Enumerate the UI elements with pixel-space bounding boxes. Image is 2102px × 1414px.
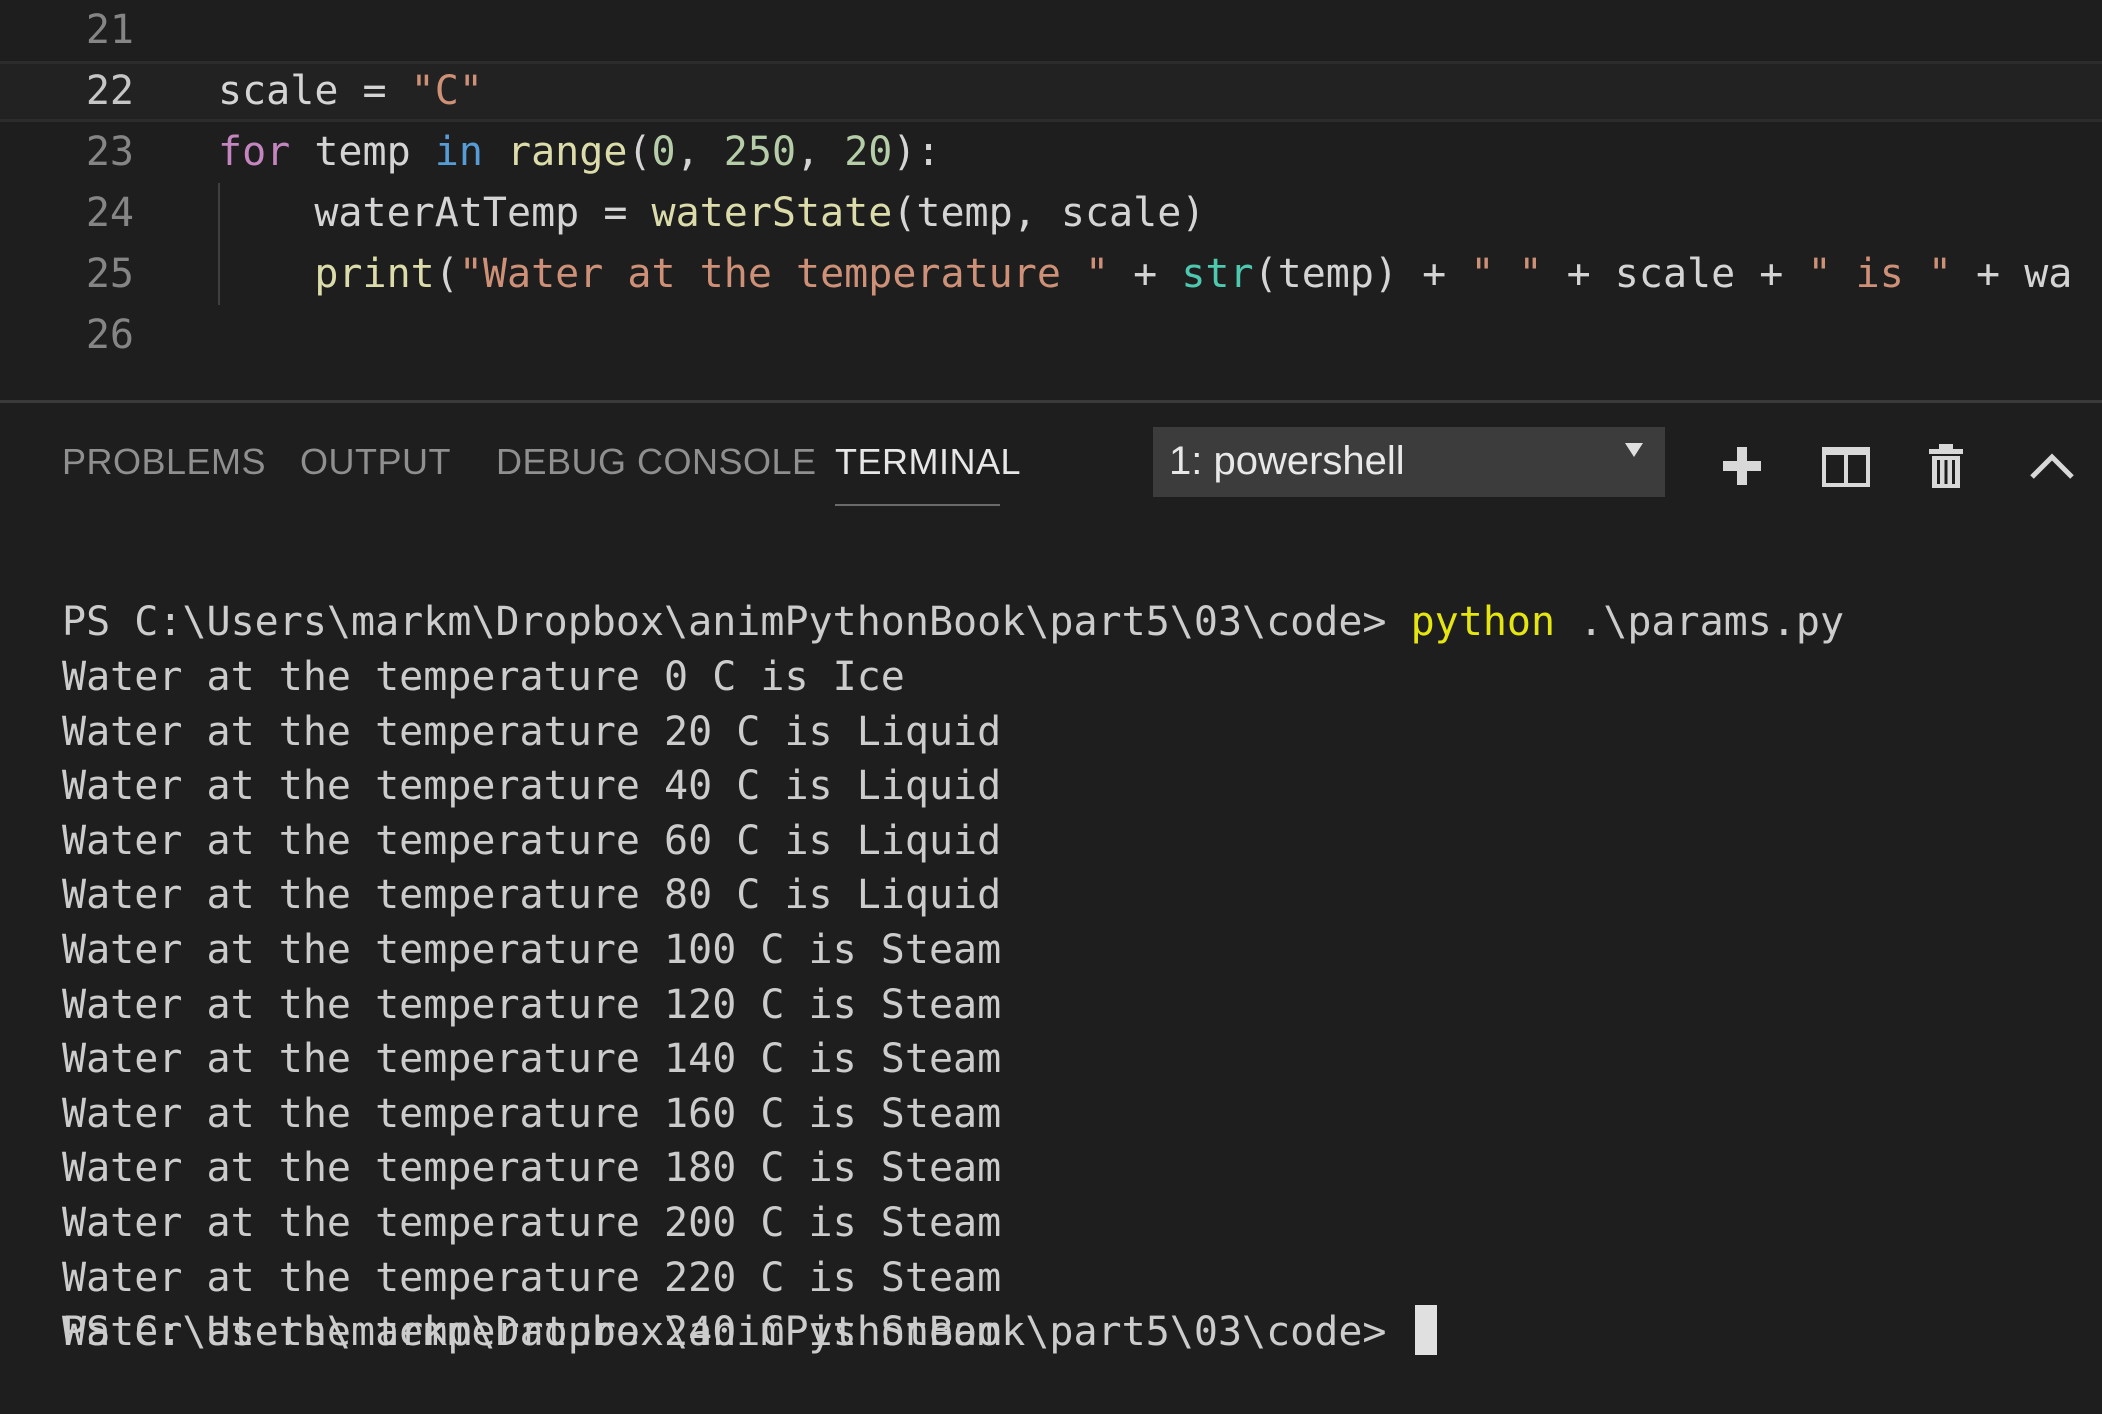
code-token: " " bbox=[1470, 251, 1543, 297]
line-number: 22 bbox=[85, 68, 134, 114]
code-text: for temp in range(0, 250, 20): bbox=[218, 122, 941, 183]
code-text: print("Water at the temperature " + str(… bbox=[218, 244, 2072, 305]
code-token: (temp, scale) bbox=[892, 190, 1206, 236]
tab-debug-console[interactable]: DEBUG CONSOLE bbox=[496, 441, 817, 483]
terminal-output-line: Water at the temperature 140 C is Steam bbox=[62, 1036, 1002, 1083]
terminal-prompt: PS C:\Users\markm\Dropbox\animPythonBook… bbox=[62, 1309, 1411, 1355]
terminal-output-line: Water at the temperature 160 C is Steam bbox=[62, 1090, 1002, 1137]
active-tab-indicator bbox=[835, 504, 1000, 506]
plus-icon bbox=[1723, 447, 1761, 485]
maximize-panel-button[interactable] bbox=[2022, 437, 2082, 497]
tab-output[interactable]: OUTPUT bbox=[300, 441, 451, 483]
code-token: "C" bbox=[410, 68, 483, 114]
line-number: 23 bbox=[85, 129, 134, 175]
terminal-output-line: Water at the temperature 60 C is Liquid bbox=[62, 817, 1002, 864]
new-terminal-button[interactable] bbox=[1713, 437, 1773, 497]
terminal-output-line: Water at the temperature 100 C is Steam bbox=[62, 927, 1002, 973]
code-token: ( bbox=[627, 129, 652, 175]
terminal-selector-label: 1: powershell bbox=[1169, 439, 1405, 483]
split-terminal-button[interactable] bbox=[1816, 437, 1876, 497]
code-token: 0 bbox=[651, 129, 676, 175]
terminal-cursor bbox=[1414, 1305, 1437, 1355]
code-token: 20 bbox=[844, 129, 893, 175]
code-editor[interactable]: 21 22 scale = "C" 23 for temp in range(0, 25… bbox=[0, 0, 2102, 400]
terminal[interactable]: PS C:\Users\markm\Dropbox\animPythonBook… bbox=[0, 563, 2102, 1413]
code-token: range bbox=[507, 129, 628, 175]
panel-tabs: PROBLEMS OUTPUT DEBUG CONSOLE TERMINAL bbox=[0, 403, 1120, 523]
tab-problems[interactable]: PROBLEMS bbox=[62, 441, 266, 483]
code-text: scale = "C" bbox=[218, 64, 483, 119]
chevron-up-icon bbox=[2030, 453, 2074, 479]
terminal-command-line: PS C:\Users\markm\Dropbox\animPythonBook… bbox=[62, 595, 1844, 650]
code-line[interactable]: 23 for temp in range(0, 250, 20): bbox=[0, 122, 2102, 183]
line-number: 21 bbox=[85, 7, 134, 53]
terminal-final-prompt-line: PS C:\Users\markm\Dropbox\animPythonBook… bbox=[62, 1305, 1437, 1360]
code-token: print bbox=[314, 251, 435, 297]
code-token: " is " bbox=[1807, 251, 1952, 297]
code-token: "Water at the temperature " bbox=[458, 251, 1110, 297]
code-token: temp bbox=[290, 129, 435, 175]
terminal-output-line: Water at the temperature 120 C is Steam bbox=[62, 981, 1002, 1028]
chevron-down-icon bbox=[1625, 443, 1643, 457]
bottom-panel: PROBLEMS OUTPUT DEBUG CONSOLE TERMINAL 1… bbox=[0, 400, 2102, 1414]
line-number: 24 bbox=[85, 190, 134, 236]
kill-terminal-button[interactable] bbox=[1916, 437, 1976, 497]
code-token: ): bbox=[892, 129, 941, 175]
code-token: str bbox=[1181, 251, 1254, 297]
code-line[interactable]: 22 scale = "C" bbox=[0, 61, 2102, 122]
code-line[interactable]: 24 waterAtTemp = waterState(temp, scale) bbox=[0, 183, 2102, 244]
code-text: waterAtTemp = waterState(temp, scale) bbox=[218, 183, 1205, 244]
code-token: scale = bbox=[218, 68, 411, 114]
terminal-output-line: Water at the temperature 200 C is Steam bbox=[62, 1200, 1002, 1246]
code-token: + wa bbox=[1951, 251, 2073, 297]
terminal-command: python bbox=[1410, 599, 1556, 645]
terminal-command-args: .\params.py bbox=[1555, 599, 1845, 645]
code-token: + scale + bbox=[1542, 251, 1808, 297]
line-number: 25 bbox=[85, 251, 134, 297]
code-token: ( bbox=[434, 251, 459, 297]
code-line[interactable]: 26 bbox=[0, 305, 2102, 366]
code-token: , bbox=[796, 129, 845, 175]
code-line[interactable]: 25 print("Water at the temperature " + s… bbox=[0, 244, 2102, 305]
terminal-output-line: Water at the temperature 180 C is Steam bbox=[62, 1145, 1002, 1192]
terminal-output-line: Water at the temperature 40 C is Liquid bbox=[62, 763, 1002, 810]
code-token: waterState bbox=[651, 190, 893, 236]
tab-terminal[interactable]: TERMINAL bbox=[835, 441, 1021, 483]
code-token: , bbox=[675, 129, 724, 175]
code-line[interactable]: 21 bbox=[0, 0, 2102, 61]
code-token: waterAtTemp = bbox=[218, 190, 652, 236]
code-token: for bbox=[218, 129, 291, 175]
code-token: (temp) + bbox=[1253, 251, 1471, 297]
line-number: 26 bbox=[85, 312, 134, 358]
terminal-output-line: Water at the temperature 20 C is Liquid bbox=[62, 708, 1002, 755]
terminal-output-line: Water at the temperature 220 C is Steam bbox=[62, 1254, 1002, 1301]
code-token: 250 bbox=[723, 129, 797, 175]
code-token: in bbox=[434, 129, 483, 175]
terminal-output-line: Water at the temperature 0 C is Ice bbox=[62, 654, 905, 700]
split-icon bbox=[1822, 447, 1870, 487]
code-token: + bbox=[1109, 251, 1182, 297]
terminal-prompt: PS C:\Users\markm\Dropbox\animPythonBook… bbox=[62, 599, 1411, 645]
terminal-output-line: Water at the temperature 80 C is Liquid bbox=[62, 872, 1002, 919]
terminal-selector[interactable]: 1: powershell bbox=[1153, 427, 1665, 497]
trash-icon bbox=[1929, 444, 1963, 488]
